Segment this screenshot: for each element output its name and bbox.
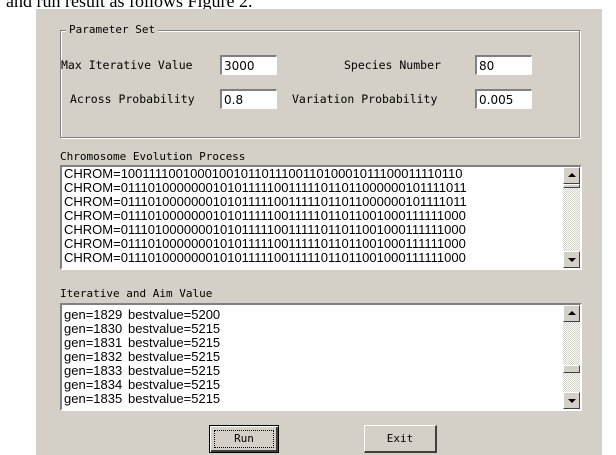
run-button[interactable]: Run bbox=[209, 425, 279, 453]
parameter-set-title: Parameter Set bbox=[66, 23, 159, 37]
variation-probability-input[interactable] bbox=[475, 89, 532, 109]
arrow-up-icon bbox=[568, 173, 576, 177]
chromosome-scrollbar[interactable] bbox=[563, 167, 580, 268]
iterative-row: gen=1830 bestvalue=5215 bbox=[64, 322, 562, 336]
generation-value: gen=1832 bbox=[64, 350, 123, 364]
variation-probability-label: Variation Probability bbox=[292, 92, 438, 106]
iterative-row: gen=1834 bestvalue=5215 bbox=[64, 378, 562, 392]
exit-button-label: Exit bbox=[386, 432, 414, 445]
iterative-row: gen=1835 bestvalue=5215 bbox=[64, 392, 562, 406]
exit-button[interactable]: Exit bbox=[364, 425, 437, 453]
best-value: bestvalue=5215 bbox=[128, 336, 221, 350]
generation-value: gen=1833 bbox=[64, 364, 123, 378]
max-iterative-label: Max Iterative Value bbox=[61, 58, 193, 72]
iterative-lines: gen=1829 bestvalue=5200 gen=1830 bestvalue=… bbox=[64, 308, 562, 406]
best-value: bestvalue=5200 bbox=[128, 308, 221, 322]
iterative-scrollbar[interactable] bbox=[563, 305, 580, 409]
max-iterative-input[interactable] bbox=[220, 55, 277, 75]
chromosome-line: CHROM=0111010000000101011111001111101101… bbox=[64, 209, 466, 223]
chromosome-scroll-thumb[interactable] bbox=[563, 184, 580, 188]
best-value: bestvalue=5215 bbox=[128, 322, 221, 336]
chromosome-scroll-up-button[interactable] bbox=[563, 167, 580, 184]
chromosome-line: CHROM=0111010000000101011111001111101101… bbox=[64, 181, 467, 195]
iterative-scroll-down-button[interactable] bbox=[563, 392, 580, 409]
ga-dialog-window: Parameter Set Max Iterative Value Specie… bbox=[36, 9, 602, 455]
generation-value: gen=1830 bbox=[64, 322, 123, 336]
iterative-scroll-up-button[interactable] bbox=[563, 305, 580, 322]
focus-rectangle bbox=[214, 430, 274, 448]
chromosome-listbox[interactable]: CHROM=1001111001000100101101110011010001… bbox=[60, 165, 582, 270]
best-value: bestvalue=5215 bbox=[128, 378, 221, 392]
generation-value: gen=1834 bbox=[64, 378, 123, 392]
iterative-row: gen=1829 bestvalue=5200 bbox=[64, 308, 562, 322]
arrow-up-icon bbox=[568, 311, 576, 315]
arrow-down-icon bbox=[568, 258, 576, 262]
across-probability-input[interactable] bbox=[220, 89, 277, 109]
arrow-down-icon bbox=[568, 399, 576, 403]
best-value: bestvalue=5215 bbox=[128, 364, 221, 378]
generation-value: gen=1831 bbox=[64, 336, 123, 350]
iterative-row: gen=1831 bestvalue=5215 bbox=[64, 336, 562, 350]
species-number-label: Species Number bbox=[344, 58, 441, 72]
chromosome-line: CHROM=0111010000000101011111001111101101… bbox=[64, 237, 466, 251]
best-value: bestvalue=5215 bbox=[128, 392, 221, 406]
iterative-row: gen=1832 bestvalue=5215 bbox=[64, 350, 562, 364]
across-probability-label: Across Probability bbox=[70, 92, 195, 106]
chromosome-line: CHROM=0111010000000101011111001111101101… bbox=[64, 251, 466, 265]
chromosome-line: CHROM=1001111001000100101101110011010001… bbox=[64, 167, 463, 181]
generation-value: gen=1829 bbox=[64, 308, 123, 322]
parameter-set-group bbox=[60, 30, 580, 138]
chromosome-line: CHROM=0111010000000101011111001111101101… bbox=[64, 223, 466, 237]
chromosome-scroll-down-button[interactable] bbox=[563, 251, 580, 268]
chromosome-line: CHROM=0111010000000101011111001111101101… bbox=[64, 195, 467, 209]
best-value: bestvalue=5215 bbox=[128, 350, 221, 364]
generation-value: gen=1835 bbox=[64, 392, 123, 406]
iterative-row: gen=1833 bestvalue=5215 bbox=[64, 364, 562, 378]
iterative-scroll-thumb[interactable] bbox=[563, 365, 580, 373]
species-number-input[interactable] bbox=[475, 55, 532, 75]
chromosome-lines: CHROM=1001111001000100101101110011010001… bbox=[64, 167, 562, 265]
iterative-aim-label: Iterative and Aim Value bbox=[60, 287, 213, 300]
iterative-listbox[interactable]: gen=1829 bestvalue=5200 gen=1830 bestvalue=… bbox=[60, 303, 582, 411]
chromosome-evolution-label: Chromosome Evolution Process bbox=[60, 150, 246, 163]
